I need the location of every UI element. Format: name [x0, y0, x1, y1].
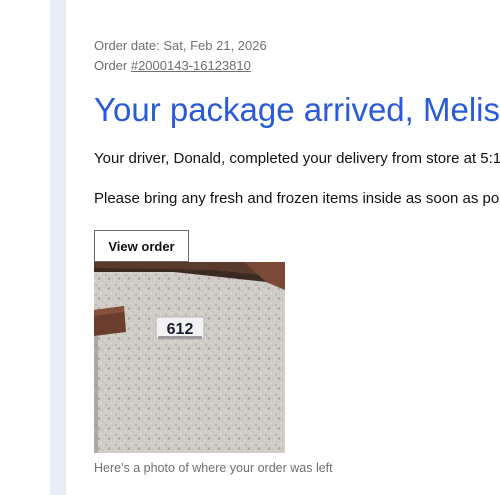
view-order-button[interactable]: View order — [94, 230, 189, 262]
delivery-message: Your driver, Donald, completed your deli… — [94, 150, 500, 167]
order-number-link[interactable]: #2000143-16123810 — [131, 58, 251, 73]
fresh-items-message: Please bring any fresh and frozen items … — [94, 190, 500, 207]
left-margin-band — [50, 0, 66, 495]
delivery-photo: 612 — [94, 262, 285, 453]
headline: Your package arrived, Melis — [94, 91, 500, 128]
house-number-plaque: 612 — [155, 316, 205, 340]
order-date: Order date: Sat, Feb 21, 2026 — [94, 38, 267, 53]
photo-caption: Here's a photo of where your order was l… — [94, 461, 333, 475]
house-number: 612 — [167, 321, 194, 338]
order-number-prefix: Order — [94, 58, 131, 73]
email-content: Order date: Sat, Feb 21, 2026 Order #200… — [94, 0, 500, 495]
order-number-line: Order #2000143-16123810 — [94, 58, 251, 74]
